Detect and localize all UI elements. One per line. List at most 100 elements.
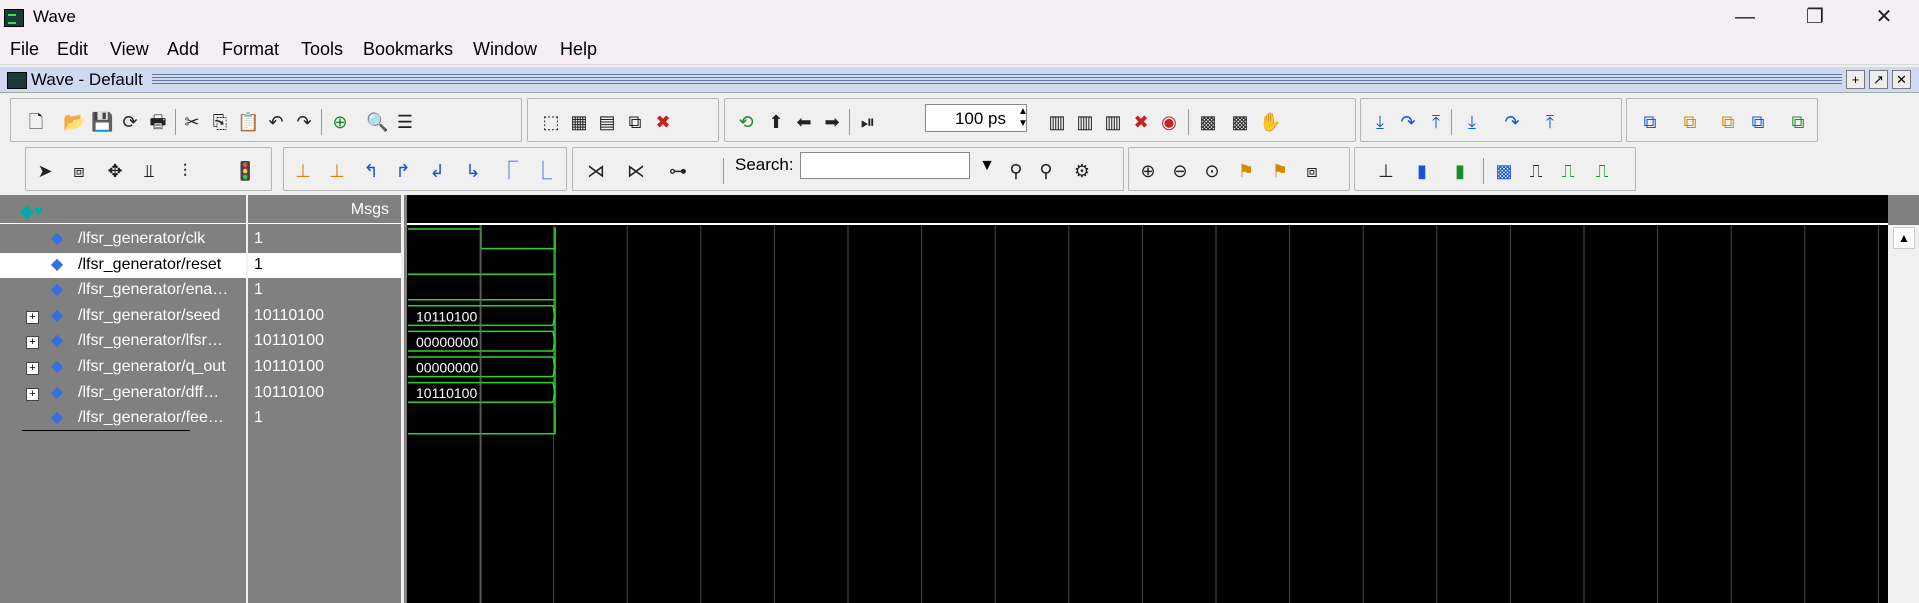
signal-row[interactable]: + ◆ /lfsr_generator/lfsr… (0, 329, 246, 354)
cut-icon[interactable]: ✂ (181, 111, 203, 133)
vertical-scrollbar[interactable]: ▲ (1888, 195, 1919, 603)
select-pointer-icon[interactable]: ➤ (34, 160, 56, 182)
ruler-mode-icon[interactable]: ⫶ (174, 160, 196, 182)
run-icon[interactable]: ▥ (1046, 111, 1068, 133)
menu-format[interactable]: Format (222, 39, 279, 60)
break-icon[interactable]: ⧉ (624, 111, 646, 133)
search-input[interactable] (800, 152, 970, 179)
minimize-button[interactable]: — (1710, 0, 1780, 34)
rising-wave-icon[interactable]: ⎍ (1557, 160, 1579, 182)
value-row[interactable]: 1 (248, 406, 401, 431)
new-file-icon[interactable]: 🗋 (25, 111, 47, 133)
step-wave-icon[interactable]: ⎍ (1525, 160, 1547, 182)
expand-icon[interactable]: + (26, 311, 39, 324)
cursor-line-icon[interactable]: ⊥ (1375, 160, 1397, 182)
stop-icon[interactable]: ◉ (1158, 111, 1180, 133)
signal-row[interactable]: + ◆ /lfsr_generator/q_out (0, 355, 246, 380)
drag-grip[interactable] (152, 74, 1842, 84)
close-button[interactable]: ✕ (1849, 0, 1919, 34)
maximize-button[interactable]: ❐ (1780, 0, 1850, 34)
menu-tools[interactable]: Tools (301, 39, 343, 60)
dock-icon[interactable]: + (1846, 70, 1865, 89)
end-sim-icon[interactable]: ✖ (652, 111, 674, 133)
value-row[interactable]: 1 (248, 227, 401, 252)
simulate-icon[interactable]: ▤ (596, 111, 618, 133)
menu-add[interactable]: Add (167, 39, 199, 60)
search-dropdown-icon[interactable]: ▼ (976, 152, 998, 179)
waveform-pane[interactable]: 10110100 00000000 00000000 10110100 (404, 195, 1889, 603)
break-sim-icon[interactable]: ✖ (1130, 111, 1152, 133)
performance-icon[interactable]: ▩ (1197, 111, 1219, 133)
zoom-out-icon[interactable]: ⊖ (1169, 160, 1191, 182)
step-up-icon[interactable]: ⤒ (1539, 111, 1561, 133)
signal-row[interactable]: ◆ /lfsr_generator/clk (0, 227, 246, 252)
signal-row[interactable]: ◆ /lfsr_generator/ena… (0, 278, 246, 303)
edit-mode-icon[interactable]: ⫫ (138, 160, 160, 182)
zoom-range-icon[interactable]: ⧈ (1301, 160, 1323, 182)
run-length-spinner[interactable]: ▲ ▼ (1017, 106, 1029, 130)
search-prev-icon[interactable]: ⚲ (1035, 160, 1057, 182)
expand-delta-icon[interactable]: ⊶ (667, 160, 689, 182)
compile-icon[interactable]: ⬚ (540, 111, 562, 133)
reload-icon[interactable]: ⟳ (119, 111, 141, 133)
search-next-icon[interactable]: ⚲ (1005, 160, 1027, 182)
continue-run-icon[interactable]: ▥ (1074, 111, 1096, 133)
restart-icon[interactable]: ⟲ (735, 111, 757, 133)
hierarchy-icon[interactable]: ☰ (394, 111, 416, 133)
next-edge-icon[interactable]: ↱ (392, 160, 414, 182)
paste-icon[interactable]: 📋 (237, 111, 259, 133)
undo-icon[interactable]: ↶ (265, 111, 287, 133)
delete-cursor-icon[interactable]: ⊥ (326, 160, 348, 182)
bookmark-add-icon[interactable]: ⧉ (1639, 111, 1661, 133)
value-row[interactable]: 10110100 (248, 355, 401, 380)
value-row[interactable]: 10110100 (248, 304, 401, 329)
menu-bookmarks[interactable]: Bookmarks (363, 39, 453, 60)
search-options-icon[interactable]: ⚙ (1071, 160, 1093, 182)
expand-icon[interactable]: + (26, 362, 39, 375)
bookmark-manage-icon[interactable]: ⧉ (1747, 111, 1769, 133)
zoom-in-icon[interactable]: ⊕ (1137, 160, 1159, 182)
step-into-dropdown-icon[interactable]: ⤓ (1461, 111, 1483, 133)
wave-bar-icon[interactable]: ▮ (1449, 160, 1471, 182)
menu-view[interactable]: View (110, 39, 149, 60)
zoom-full-icon[interactable]: ⊙ (1201, 160, 1223, 182)
dataflow-icon[interactable]: 🚦 (234, 160, 256, 182)
zoom-cursors-icon[interactable]: ⚑ (1269, 160, 1291, 182)
zoom-mode-icon[interactable]: ⧈ (68, 160, 90, 182)
value-row[interactable]: 1 (248, 278, 401, 303)
run-length-icon[interactable]: ⏯ (857, 111, 879, 133)
add-icon[interactable]: ⊕ (329, 111, 351, 133)
expand-time-icon[interactable]: ⋊ (585, 160, 607, 182)
zoom-cursor-icon[interactable]: ⚑ (1235, 160, 1257, 182)
scroll-up-icon[interactable]: ▲ (1893, 227, 1915, 249)
compile-all-icon[interactable]: ▦ (568, 111, 590, 133)
step-into-icon[interactable]: ⤓ (1369, 111, 1391, 133)
run-all-icon[interactable]: ▥ (1102, 111, 1124, 133)
insert-cursor-icon[interactable]: ⊥ (292, 160, 314, 182)
signal-row[interactable]: ◆ /lfsr_generator/reset (0, 253, 246, 278)
grid-icon[interactable]: ▩ (1493, 160, 1515, 182)
menu-file[interactable]: File (10, 39, 39, 60)
left-arrow-icon[interactable]: ⬅ (793, 111, 815, 133)
signal-row[interactable]: ◆ /lfsr_generator/fee… (0, 406, 246, 431)
pan-mode-icon[interactable]: ✥ (104, 160, 126, 182)
value-row[interactable]: 10110100 (248, 381, 401, 406)
prev-rising-edge-icon[interactable]: ⎾ (498, 160, 520, 182)
find-icon[interactable]: 🔍 (366, 111, 388, 133)
close-pane-icon[interactable]: ✕ (1892, 70, 1911, 89)
prev-falling-edge-icon[interactable]: ↲ (426, 160, 448, 182)
expand-icon[interactable]: + (26, 336, 39, 349)
value-row[interactable]: 10110100 (248, 329, 401, 354)
wave-pane-icon[interactable]: ◆▾ (20, 201, 43, 222)
menu-help[interactable]: Help (560, 39, 597, 60)
signal-row[interactable]: + ◆ /lfsr_generator/dff… (0, 381, 246, 406)
wave-window-header[interactable]: Wave - Default + ↗ ✕ (0, 67, 1919, 93)
save-icon[interactable]: 💾 (91, 111, 113, 133)
run-length-input[interactable]: 100 ps (925, 104, 1027, 132)
print-icon[interactable]: 🖶 (147, 111, 169, 133)
menu-window[interactable]: Window (473, 39, 537, 60)
bookmark-go-icon[interactable]: ⧉ (1787, 111, 1809, 133)
prev-edge-icon[interactable]: ↰ (360, 160, 382, 182)
expand-icon[interactable]: + (26, 388, 39, 401)
bookmark-icon[interactable]: ⧉ (1679, 111, 1701, 133)
